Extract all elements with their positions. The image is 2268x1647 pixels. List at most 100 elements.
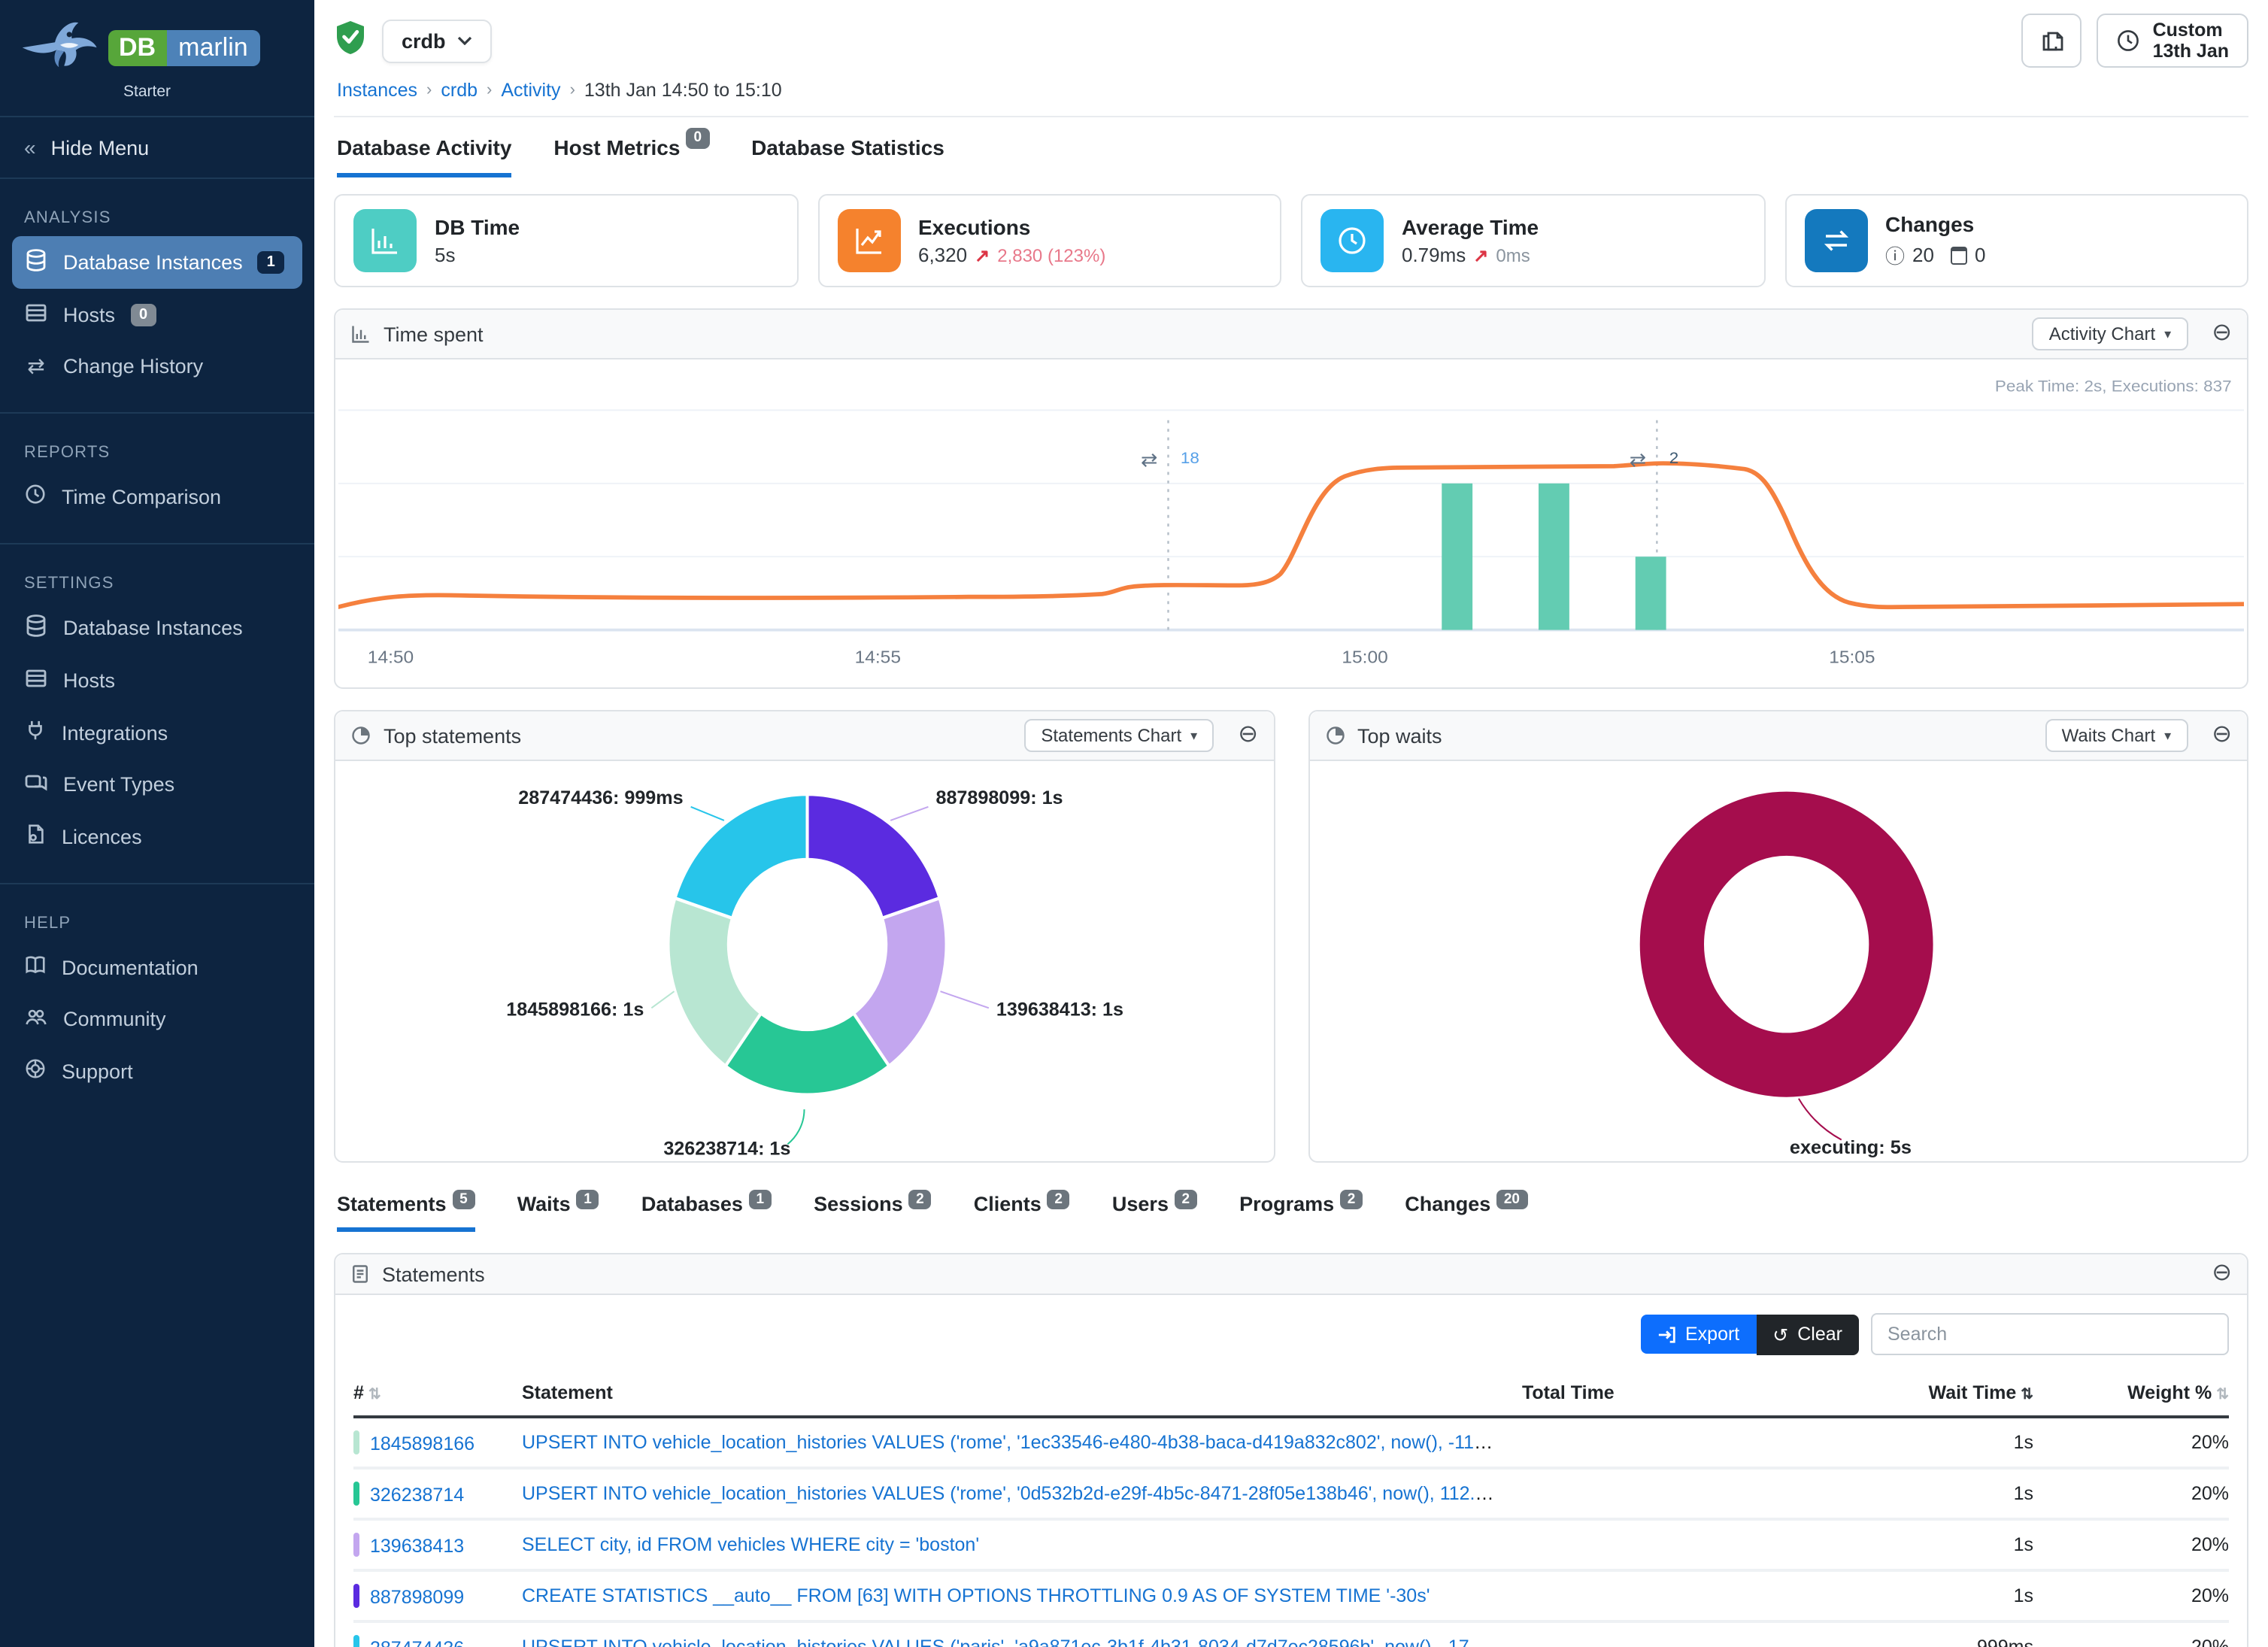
copy-icon [2039,27,2065,54]
card-title: Average Time [1402,215,1539,239]
statements-chart-select[interactable]: Statements Chart ▾ [1024,719,1214,752]
caret-down-icon: ▾ [1190,727,1197,744]
sidebar-item-licences[interactable]: Licences [0,811,314,862]
logo: DB marlin Starter [0,0,314,116]
search-input[interactable] [1871,1313,2229,1355]
clear-button[interactable]: ↺ Clear [1756,1314,1859,1354]
tab-badge: 2 [908,1190,932,1209]
statement-link[interactable]: UPSERT INTO vehicle_location_histories V… [522,1636,1522,1647]
tab-clients[interactable]: Clients 2 [974,1193,1070,1232]
change-marker-icon[interactable]: ⇄ [1141,450,1157,471]
tab-database-statistics[interactable]: Database Statistics [751,135,944,177]
collapse-panel-icon[interactable]: ⊖ [2212,322,2232,346]
statement-id-link[interactable]: 887898099 [370,1587,464,1608]
statement-link[interactable]: SELECT city, id FROM vehicles WHERE city… [522,1534,979,1555]
sidebar-item-integrations[interactable]: Integrations [0,707,314,758]
breadcrumb-activity[interactable]: Activity [501,80,560,101]
tab-sessions[interactable]: Sessions 2 [814,1193,932,1232]
sidebar: DB marlin Starter « Hide Menu ANALYSIS D… [0,0,314,1647]
waits-chart-select[interactable]: Waits Chart ▾ [2045,719,2188,752]
breadcrumb-instances[interactable]: Instances [337,80,417,101]
clock-icon [2117,29,2141,53]
section-settings: SETTINGS Database Instances Hosts Integr… [0,543,314,862]
statement-id-link[interactable]: 139638413 [370,1536,464,1557]
executions-bar[interactable] [1539,484,1569,630]
donut-label: executing: 5s [1789,1137,1911,1158]
server-icon [24,301,48,329]
change-marker-count[interactable]: 18 [1181,449,1199,467]
executions-bar[interactable] [1442,484,1472,630]
col-total-time[interactable]: Total Time [1522,1382,1748,1403]
caret-down-icon: ▾ [2164,727,2171,744]
sidebar-item-event-types[interactable]: Event Types [0,758,314,811]
instance-selector[interactable]: crdb [382,19,493,62]
sort-icon: ⇅ [368,1387,381,1403]
copy-button[interactable] [2022,14,2082,68]
activity-chart-select[interactable]: Activity Chart ▾ [2033,317,2188,350]
tab-badge: 2 [1340,1190,1363,1209]
waits-donut-chart: executing: 5s [1309,761,2247,1161]
card-changes: Changes ⓘ 20 0 [1784,194,2248,287]
sidebar-item-hosts[interactable]: Hosts 0 [0,289,314,341]
statement-link[interactable]: UPSERT INTO vehicle_location_histories V… [522,1432,1522,1453]
table-row: 139638413 SELECT city, id FROM vehicles … [353,1521,2229,1572]
database-icon [24,248,48,277]
caret-down-icon: ▾ [2164,326,2171,342]
col-statement[interactable]: Statement [522,1382,1522,1403]
statements-donut-chart: 287474436: 999ms 887898099: 1s 139638413… [335,761,1273,1161]
top-header: crdb Custom 13th Jan [334,0,2248,68]
statement-link[interactable]: UPSERT INTO vehicle_location_histories V… [522,1483,1522,1504]
wait-time-value: 1s [1748,1432,2033,1453]
tab-databases[interactable]: Databases 1 [641,1193,772,1232]
card-value: 0.79ms ↗ 0ms [1402,244,1539,266]
sidebar-item-support[interactable]: Support [0,1045,314,1096]
time-spent-chart: Peak Time: 2s, Executions: 837 ⇄ 18 ⇄ 2 [335,359,2247,687]
sidebar-item-community[interactable]: Community [0,993,314,1045]
statement-id-link[interactable]: 287474436 [370,1638,464,1647]
collapse-panel-icon[interactable]: ⊖ [2212,723,2232,748]
executions-bar[interactable] [1636,557,1666,629]
tab-waits[interactable]: Waits 1 [517,1193,599,1232]
time-range-button[interactable]: Custom 13th Jan [2097,14,2248,68]
tab-database-activity[interactable]: Database Activity [337,135,511,177]
logo-marlin: marlin [166,29,260,65]
db-time-line [338,463,2244,607]
col-num[interactable]: #⇅ [353,1382,522,1403]
tab-statements[interactable]: Statements 5 [337,1193,475,1232]
statement-color-chip [353,1584,359,1608]
export-icon [1657,1324,1676,1344]
tab-host-metrics[interactable]: Host Metrics0 [553,135,709,177]
change-marker-count[interactable]: 2 [1669,449,1679,467]
breadcrumb: Instances › crdb › Activity › 13th Jan 1… [334,68,2248,117]
sidebar-item-database-instances[interactable]: Database Instances 1 [12,236,302,289]
time-spent-header: Time spent Activity Chart ▾ ⊖ [335,310,2247,359]
hide-menu-button[interactable]: « Hide Menu [0,116,314,179]
statement-id-link[interactable]: 326238714 [370,1485,464,1506]
breadcrumb-crdb[interactable]: crdb [441,80,478,101]
sidebar-item-database-instances-settings[interactable]: Database Instances [0,602,314,654]
tab-programs[interactable]: Programs 2 [1239,1193,1363,1232]
sidebar-item-change-history[interactable]: ⇄ Change History [0,341,314,391]
weight-value: 20% [2033,1534,2229,1555]
export-button[interactable]: Export [1640,1315,1756,1354]
sidebar-item-time-comparison[interactable]: Time Comparison [0,471,314,522]
section-analysis: ANALYSIS Database Instances 1 Hosts 0 ⇄ … [0,179,314,391]
statement-link[interactable]: CREATE STATISTICS __auto__ FROM [63] WIT… [522,1585,1430,1606]
sidebar-item-hosts-settings[interactable]: Hosts [0,654,314,707]
top-statements-panel: Top statements Statements Chart ▾ ⊖ [334,710,1275,1163]
tab-changes[interactable]: Changes 20 [1405,1193,1527,1232]
weight-value: 20% [2033,1585,2229,1606]
col-weight[interactable]: Weight %⇅ [2033,1382,2229,1403]
donut-segment-executing[interactable] [1671,824,1900,1065]
collapse-panel-icon[interactable]: ⊖ [2212,1262,2232,1286]
col-wait-time[interactable]: Wait Time⇅ [1748,1382,2033,1403]
collapse-panel-icon[interactable]: ⊖ [1238,723,1258,748]
donut-segment-287474436[interactable] [675,794,808,918]
donut-segment-887898099[interactable] [808,794,940,918]
change-marker-icon[interactable]: ⇄ [1630,450,1646,471]
marlin-fish-icon [21,15,99,80]
x-tick: 14:55 [855,648,901,667]
sidebar-item-documentation[interactable]: Documentation [0,942,314,993]
statement-id-link[interactable]: 1845898166 [370,1433,475,1454]
tab-users[interactable]: Users 2 [1112,1193,1197,1232]
